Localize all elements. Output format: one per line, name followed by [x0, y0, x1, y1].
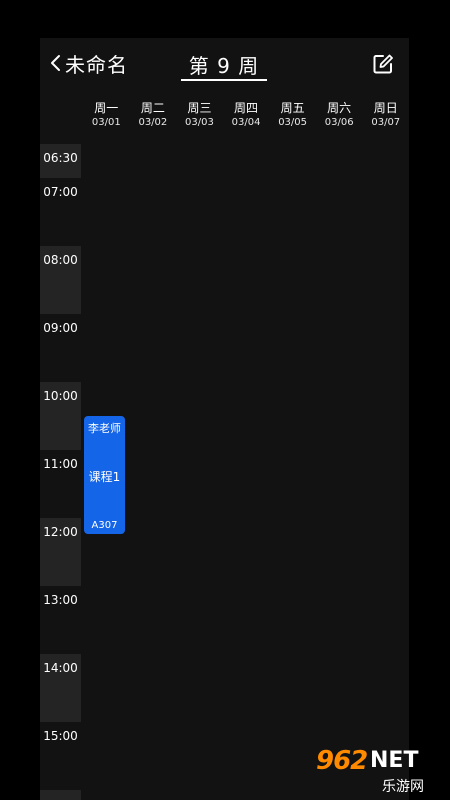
header: 未命名 第 9 周: [40, 38, 409, 90]
day-date: 03/07: [371, 117, 401, 128]
week-underline: [181, 79, 267, 81]
day-column-tue[interactable]: 周二 03/02: [130, 100, 177, 140]
weekday-header: 周一 03/01 周二 03/02 周三 03/03 周四 03/04 周五 0…: [83, 100, 409, 140]
time-slot: 08:00: [40, 246, 81, 314]
time-slot: 14:00: [40, 654, 81, 722]
day-column-mon[interactable]: 周一 03/01: [83, 100, 130, 140]
watermark-suffix: NET: [370, 748, 419, 773]
day-column-sat[interactable]: 周六 03/06: [316, 100, 363, 140]
time-slot: 15:00: [43, 729, 78, 743]
day-name: 周四: [234, 101, 259, 115]
timetable-screen: 未命名 第 9 周 周一 03/01 周二 03/02 周三 03/03 周四 …: [40, 38, 409, 800]
chevron-left-icon: [50, 54, 62, 72]
time-slot: 06:30: [40, 144, 81, 178]
time-slot: 13:00: [43, 593, 78, 607]
time-slot: 09:00: [43, 321, 78, 335]
course-card[interactable]: 李老师 课程1 A307: [84, 416, 125, 534]
day-date: 03/02: [138, 117, 168, 128]
day-column-wed[interactable]: 周三 03/03: [176, 100, 223, 140]
time-slot: 11:00: [43, 457, 78, 471]
time-slot: 12:00: [40, 518, 81, 586]
back-button[interactable]: 未命名: [50, 48, 128, 78]
day-name: 周一: [94, 101, 119, 115]
day-name: 周日: [373, 101, 398, 115]
day-name: 周六: [327, 101, 352, 115]
week-selector[interactable]: 第 9 周: [181, 50, 267, 79]
time-slot: 10:00: [40, 382, 81, 450]
day-column-fri[interactable]: 周五 03/05: [269, 100, 316, 140]
day-column-sun[interactable]: 周日 03/07: [362, 100, 409, 140]
timetable-name: 未命名: [65, 52, 128, 77]
day-date: 03/04: [231, 117, 261, 128]
day-name: 周二: [140, 101, 165, 115]
day-date: 03/03: [185, 117, 214, 128]
day-name: 周三: [187, 101, 212, 115]
edit-button[interactable]: [372, 53, 394, 75]
watermark-number: 962: [316, 746, 368, 776]
day-column-thu[interactable]: 周四 03/04: [223, 100, 270, 140]
course-room: A307: [91, 520, 118, 531]
time-slot-partial: [40, 790, 81, 800]
day-date: 03/01: [91, 117, 121, 128]
day-date: 03/06: [324, 117, 354, 128]
course-name: 课程1: [88, 470, 121, 484]
site-watermark: 962 NET 乐游网: [312, 746, 446, 796]
course-teacher: 李老师: [88, 422, 121, 435]
time-slot: 07:00: [43, 185, 78, 199]
watermark-sub: 乐游网: [382, 779, 424, 795]
edit-icon: [372, 54, 394, 79]
day-date: 03/05: [278, 117, 308, 128]
day-name: 周五: [280, 101, 305, 115]
